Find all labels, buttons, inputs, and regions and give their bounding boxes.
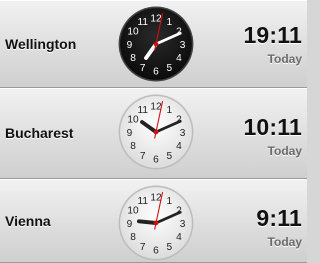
world-clock-list: Wellington 12 1 2 3 4 5 6 7 8 9 10 11 19:11 Today B… [0, 0, 307, 263]
dial-number: 7 [140, 151, 146, 162]
clock-face: 12 1234567891011 [118, 185, 194, 261]
dial-number: 6 [153, 154, 159, 165]
dial-number: 3 [180, 219, 186, 230]
dial-number: 11 [137, 196, 148, 207]
analog-clock-icon: 12 1 2 3 4 5 6 7 8 9 10 11 [117, 184, 195, 262]
dial-number: 1 [166, 17, 172, 28]
clock-face: 12 1234567891011 [118, 94, 194, 170]
analog-clock-icon: 12 1 2 3 4 5 6 7 8 9 10 11 [117, 93, 195, 171]
day-label: Today [267, 144, 302, 158]
day-label: Today [267, 235, 302, 249]
dial-number: 8 [130, 232, 136, 243]
dial-number: 9 [127, 128, 133, 139]
digital-time: 9:11 [256, 205, 302, 231]
dial-number: 5 [166, 151, 172, 162]
dial-number: 5 [166, 63, 172, 74]
city-name: Wellington [5, 35, 77, 52]
analog-clock-icon: 12 1 2 3 4 5 6 7 8 9 10 11 [117, 5, 195, 83]
day-label: Today [267, 52, 302, 66]
dial-number: 7 [140, 63, 146, 74]
dial-number: 3 [180, 128, 186, 139]
dial-number: 11 [137, 105, 148, 116]
city-name: Vienna [5, 212, 51, 229]
clock-row-vienna[interactable]: Vienna 12 1 2 3 4 5 6 7 8 9 10 11 9:11 Today [0, 179, 307, 263]
dial-number: 7 [140, 242, 146, 253]
dial-number: 9 [127, 219, 133, 230]
dial-number: 8 [130, 141, 136, 152]
dial-number: 10 [127, 115, 139, 126]
dial-number: 5 [166, 242, 172, 253]
dial-number: 10 [127, 206, 139, 217]
dial-number: 4 [176, 53, 182, 64]
dial-number: 6 [153, 245, 159, 256]
dial-number: 10 [127, 27, 139, 38]
clock-face: 12 1234567891011 [118, 6, 194, 82]
clock-row-wellington[interactable]: Wellington 12 1 2 3 4 5 6 7 8 9 10 11 19:11 Today [0, 0, 307, 88]
digital-time: 19:11 [243, 22, 302, 48]
dial-number: 8 [130, 53, 136, 64]
dial-number: 1 [166, 105, 172, 116]
dial-number: 11 [137, 17, 148, 28]
digital-time: 10:11 [243, 114, 302, 140]
clock-row-bucharest[interactable]: Bucharest 12 1 2 3 4 5 6 7 8 9 10 11 10:11 Today [0, 88, 307, 179]
city-name: Bucharest [5, 125, 74, 141]
hour-hand [136, 219, 158, 225]
dial-number: 9 [127, 40, 133, 51]
dial-number: 4 [176, 232, 182, 243]
dial-number: 1 [166, 196, 172, 207]
dial-number: 4 [176, 141, 182, 152]
dial-number: 6 [153, 66, 159, 77]
dial-number: 3 [180, 40, 186, 51]
